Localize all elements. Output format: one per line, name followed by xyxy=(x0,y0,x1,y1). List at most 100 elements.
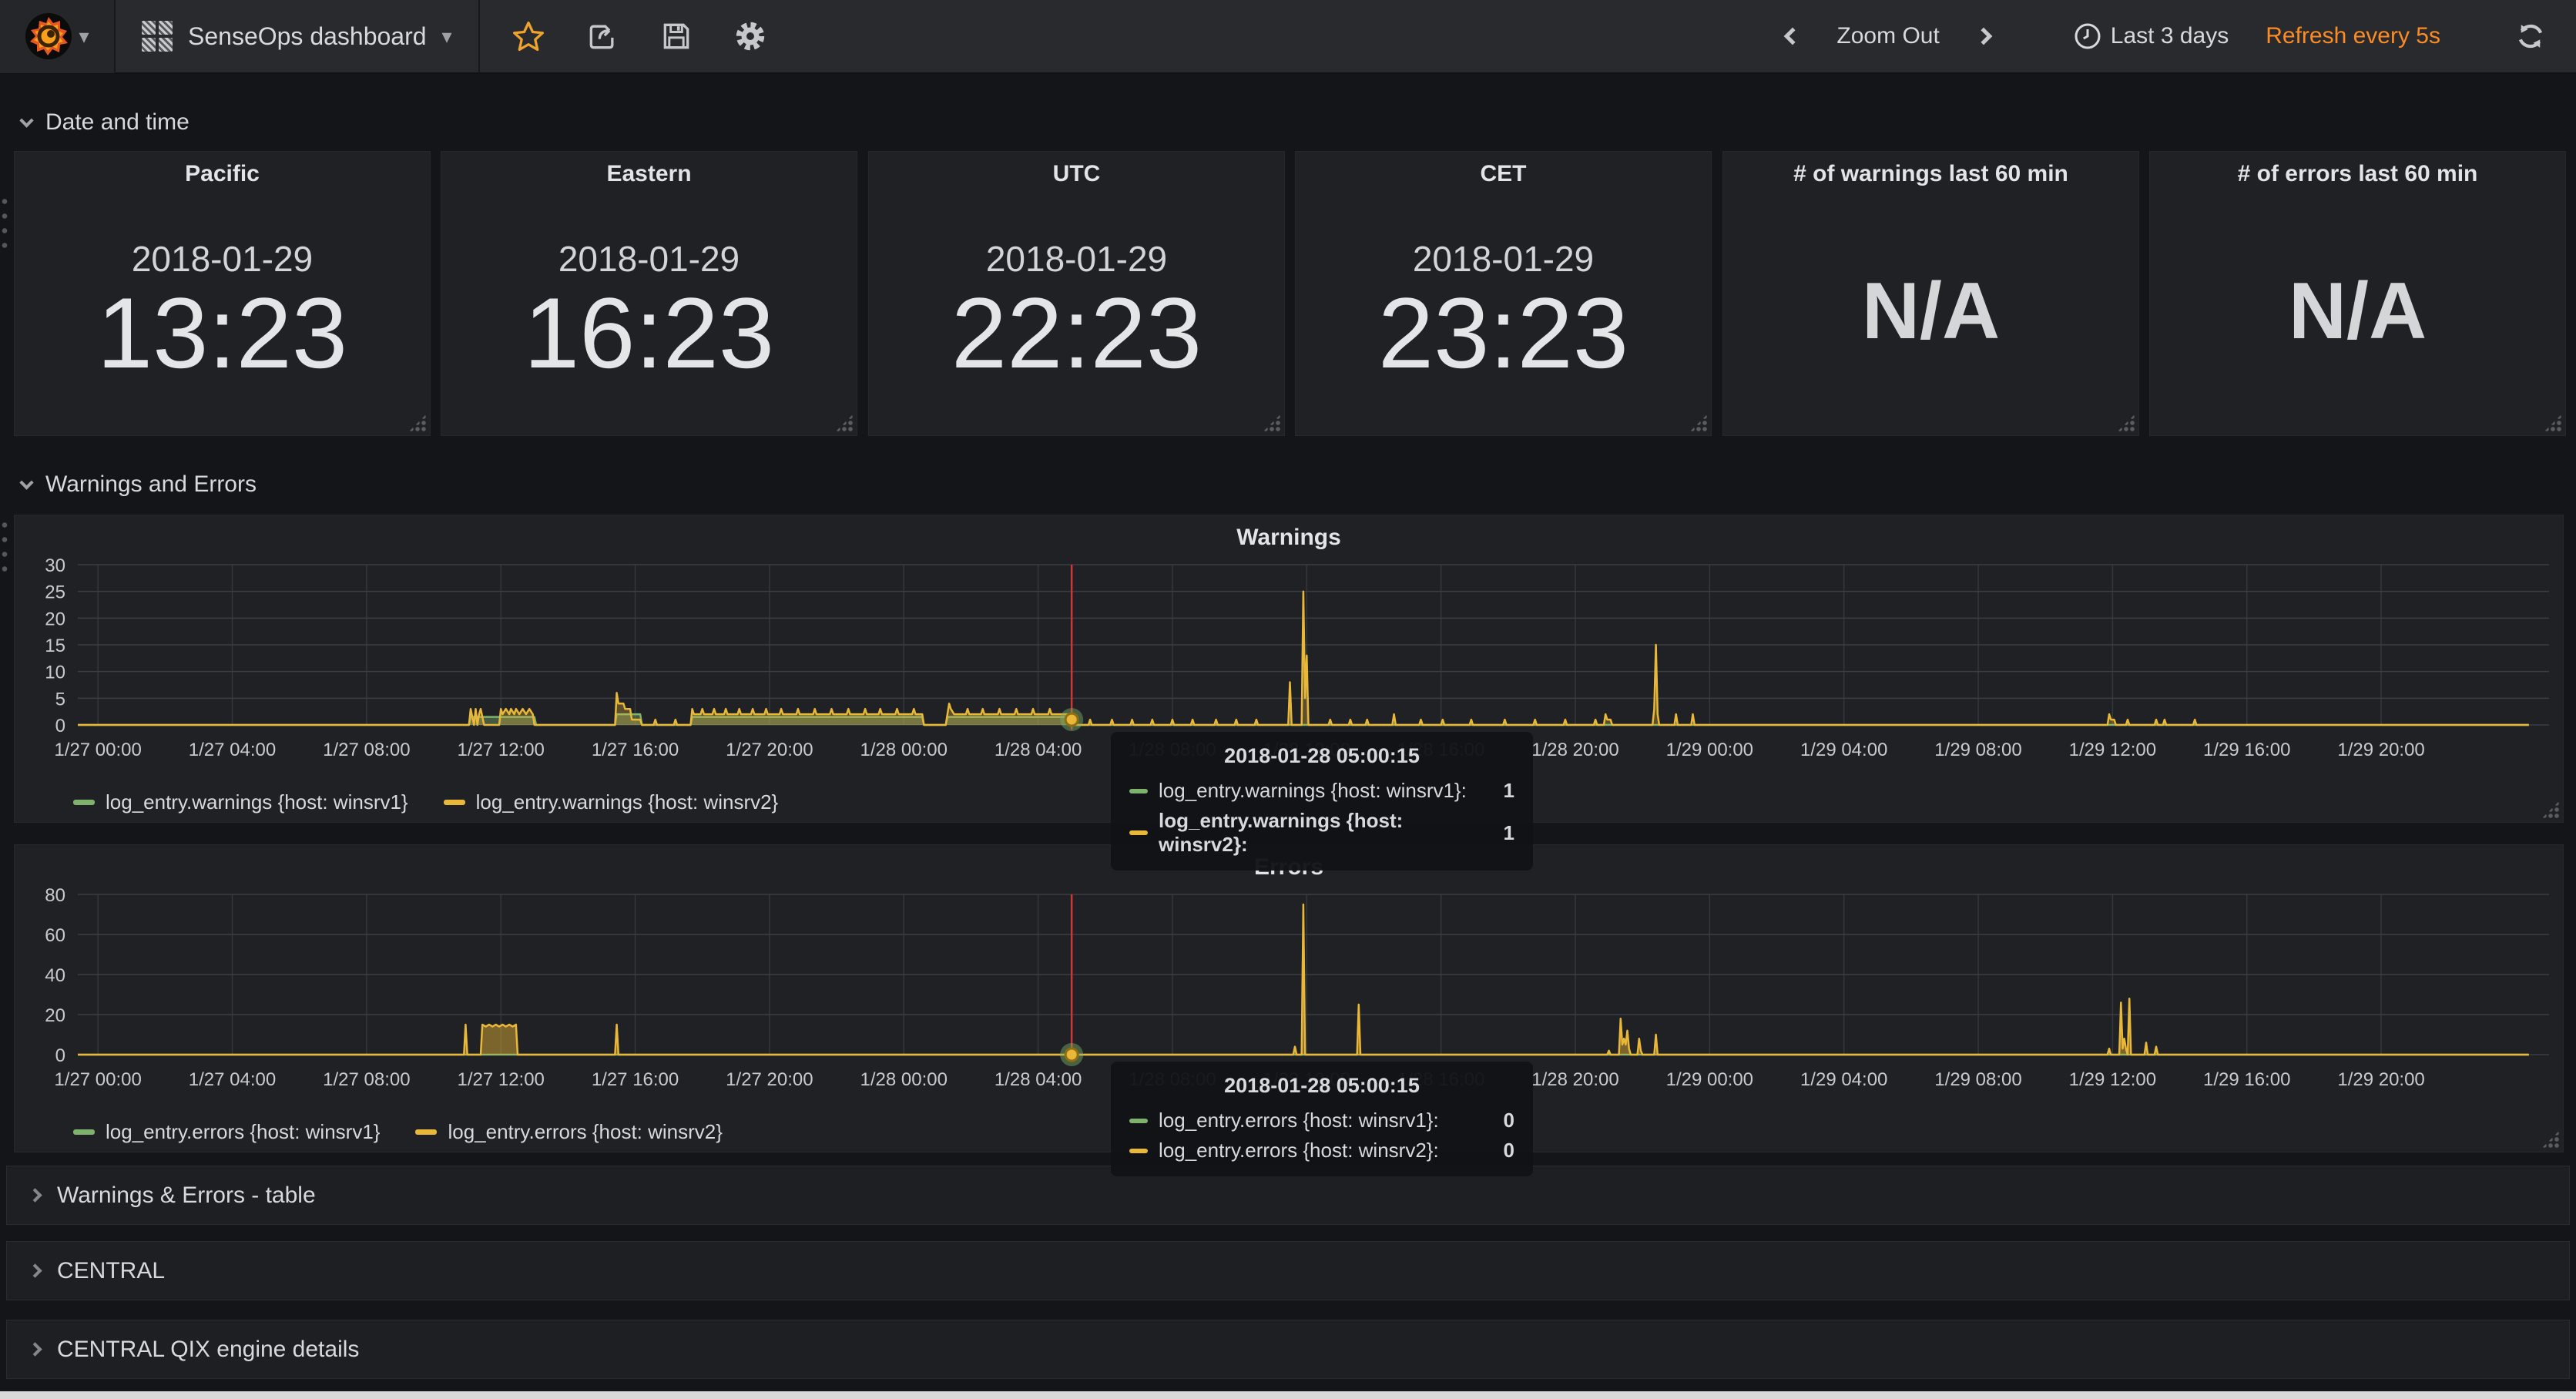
legend-label: log_entry.errors {host: winsrv2} xyxy=(448,1120,723,1143)
panel-stat-errors-60min: # of errors last 60 min N/A xyxy=(2149,151,2566,436)
chevron-right-icon xyxy=(28,1263,42,1278)
tooltip-row: log_entry.errors {host: winsrv2}: 0 xyxy=(1129,1139,1514,1162)
row-toggle-central[interactable]: CENTRAL xyxy=(6,1241,2570,1300)
panel-title[interactable]: Pacific xyxy=(15,161,430,187)
x-tick-label: 1/27 16:00 xyxy=(592,740,679,760)
chevron-right-icon xyxy=(1974,27,1993,45)
settings-button[interactable] xyxy=(733,18,768,54)
gear-icon xyxy=(736,22,764,51)
x-tick-label: 1/28 04:00 xyxy=(995,1069,1082,1090)
y-tick-label: 0 xyxy=(55,1045,65,1066)
clock-date: 2018-01-29 xyxy=(131,239,314,279)
row-drag-handle[interactable] xyxy=(2,518,8,575)
tooltip-series-label: log_entry.warnings {host: winsrv2}: xyxy=(1159,809,1404,856)
legend-item[interactable]: log_entry.warnings {host: winsrv2} xyxy=(443,790,779,814)
series-color-dash xyxy=(1129,1148,1148,1153)
y-tick-label: 25 xyxy=(45,582,65,603)
x-tick-label: 1/27 08:00 xyxy=(323,1069,410,1090)
x-tick-label: 1/27 00:00 xyxy=(54,1069,141,1090)
x-tick-label: 1/29 00:00 xyxy=(1666,740,1753,760)
panel-title[interactable]: Warnings xyxy=(15,525,2563,551)
x-tick-label: 1/28 20:00 xyxy=(1531,1069,1618,1090)
row-label: Warnings & Errors - table xyxy=(57,1182,316,1208)
clock-date: 2018-01-29 xyxy=(558,239,740,279)
panel-title[interactable]: # of warnings last 60 min xyxy=(1723,161,2138,187)
panel-title[interactable]: CET xyxy=(1296,161,1711,187)
panel-resize-handle[interactable] xyxy=(1263,414,1281,432)
zoom-out-button[interactable]: Zoom Out xyxy=(1836,23,1939,49)
top-navbar: ▾ SenseOps dashboard ▾ Zoom Out Last 3 d… xyxy=(0,0,2576,74)
panel-resize-handle[interactable] xyxy=(1689,414,1708,432)
time-back-button[interactable] xyxy=(1775,18,1810,54)
panel-title[interactable]: # of errors last 60 min xyxy=(2150,161,2565,187)
row-drag-handle[interactable] xyxy=(2,194,8,251)
series-color-dash xyxy=(1129,830,1148,835)
panel-resize-handle[interactable] xyxy=(408,414,427,432)
legend-item[interactable]: log_entry.warnings {host: winsrv1} xyxy=(73,790,408,814)
horizontal-scrollbar[interactable] xyxy=(0,1391,2576,1399)
row-toggle-warnings-and-errors[interactable]: Warnings and Errors xyxy=(19,471,257,498)
y-tick-label: 20 xyxy=(45,1005,65,1026)
tooltip-row: log_entry.warnings {host: winsrv2}: 1 xyxy=(1129,809,1514,857)
x-tick-label: 1/29 20:00 xyxy=(2337,1069,2424,1090)
panel-resize-handle[interactable] xyxy=(835,414,854,432)
legend-item[interactable]: log_entry.errors {host: winsrv2} xyxy=(415,1120,723,1144)
x-tick-label: 1/29 12:00 xyxy=(2069,1069,2156,1090)
x-tick-label: 1/27 08:00 xyxy=(323,740,410,760)
row-label-date-and-time: Date and time xyxy=(45,109,190,135)
time-forward-button[interactable] xyxy=(1966,18,2001,54)
tooltip-series-label: log_entry.errors {host: winsrv2}: xyxy=(1159,1139,1439,1162)
panel-title[interactable]: Eastern xyxy=(441,161,857,187)
row-label: CENTRAL QIX engine details xyxy=(57,1336,360,1362)
clock-icon xyxy=(2075,23,2101,49)
chevron-down-icon xyxy=(19,475,34,490)
star-button[interactable] xyxy=(511,18,546,54)
panel-clock-eastern: Eastern 2018-01-29 16:23 xyxy=(441,151,857,436)
row-toggle-central-qix[interactable]: CENTRAL QIX engine details xyxy=(6,1320,2570,1379)
dashboard-caret-icon: ▾ xyxy=(441,24,452,48)
x-tick-label: 1/28 04:00 xyxy=(995,740,1082,760)
refresh-interval-button[interactable]: Refresh every 5s xyxy=(2266,23,2440,49)
legend-color-dash xyxy=(73,1129,95,1135)
x-tick-label: 1/27 12:00 xyxy=(457,740,544,760)
grafana-menu-button[interactable]: ▾ xyxy=(0,0,116,73)
time-range-button[interactable]: Last 3 days xyxy=(2074,18,2229,54)
share-button[interactable] xyxy=(585,18,620,54)
panel-title[interactable]: UTC xyxy=(869,161,1284,187)
clock-time: 13:23 xyxy=(96,277,348,389)
clock-time: 22:23 xyxy=(951,277,1202,389)
dashboard-picker[interactable]: SenseOps dashboard ▾ xyxy=(116,0,480,73)
x-tick-label: 1/27 20:00 xyxy=(726,1069,813,1090)
panel-resize-handle[interactable] xyxy=(2117,414,2135,432)
x-tick-label: 1/29 20:00 xyxy=(2337,740,2424,760)
chevron-down-icon xyxy=(19,112,34,128)
chevron-right-icon xyxy=(28,1342,42,1357)
x-tick-label: 1/27 16:00 xyxy=(592,1069,679,1090)
grafana-logo-icon xyxy=(25,13,72,59)
panel-clock-pacific: Pacific 2018-01-29 13:23 xyxy=(14,151,431,436)
x-tick-label: 1/28 00:00 xyxy=(860,740,948,760)
x-tick-label: 1/29 08:00 xyxy=(1934,1069,2021,1090)
x-tick-label: 1/27 12:00 xyxy=(457,1069,544,1090)
x-tick-label: 1/28 20:00 xyxy=(1531,740,1618,760)
y-tick-label: 20 xyxy=(45,609,65,629)
panel-resize-handle[interactable] xyxy=(2544,414,2562,432)
clock-date: 2018-01-29 xyxy=(1412,239,1595,279)
legend-label: log_entry.warnings {host: winsrv2} xyxy=(475,790,779,814)
grafana-menu-caret-icon: ▾ xyxy=(79,24,89,48)
row-toggle-date-and-time[interactable]: Date and time xyxy=(19,109,190,136)
x-tick-label: 1/29 16:00 xyxy=(2203,740,2290,760)
x-tick-label: 1/29 04:00 xyxy=(1800,1069,1887,1090)
refresh-button[interactable] xyxy=(2513,18,2548,54)
x-tick-label: 1/29 04:00 xyxy=(1800,740,1887,760)
tooltip-series-label: log_entry.errors {host: winsrv1}: xyxy=(1159,1109,1439,1132)
chevron-right-icon xyxy=(28,1188,42,1203)
tooltip-row: log_entry.warnings {host: winsrv1}: 1 xyxy=(1129,779,1514,803)
legend-color-dash xyxy=(415,1129,438,1135)
hover-point xyxy=(1064,712,1079,727)
save-button[interactable] xyxy=(659,18,694,54)
clock-date: 2018-01-29 xyxy=(985,239,1168,279)
legend-item[interactable]: log_entry.errors {host: winsrv1} xyxy=(73,1120,380,1144)
y-tick-label: 60 xyxy=(45,925,65,946)
hover-point xyxy=(1064,1047,1079,1062)
